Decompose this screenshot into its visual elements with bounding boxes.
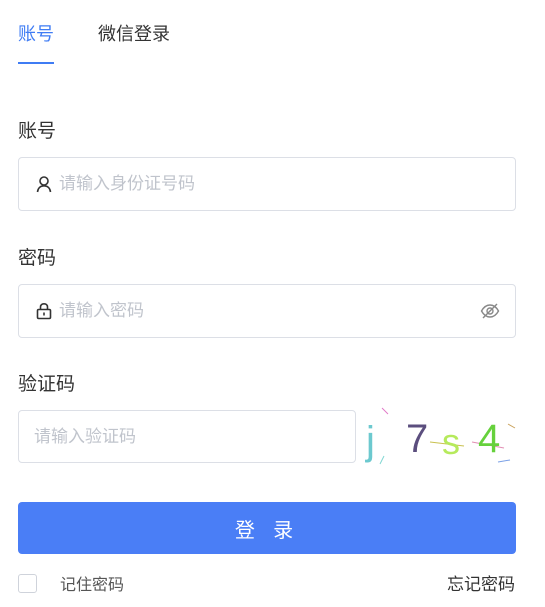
forgot-password-link[interactable]: 忘记密码 xyxy=(447,570,515,595)
captcha-field xyxy=(18,410,356,463)
tab-account[interactable]: 账号 xyxy=(18,18,54,66)
eye-off-icon[interactable] xyxy=(480,301,500,321)
captcha-image[interactable]: j 7 s 4 xyxy=(364,404,516,470)
account-input[interactable] xyxy=(59,158,515,210)
user-icon xyxy=(35,175,53,193)
remember-label: 记住密码 xyxy=(60,575,125,594)
remember-checkbox[interactable] xyxy=(18,573,37,593)
lock-icon xyxy=(35,302,53,320)
login-tabs: 账号 微信登录 xyxy=(18,18,170,66)
account-field xyxy=(18,157,516,211)
captcha-char: s xyxy=(442,421,460,462)
tab-wechat-login[interactable]: 微信登录 xyxy=(98,18,170,66)
captcha-char: 7 xyxy=(406,417,428,461)
captcha-label: 验证码 xyxy=(18,373,76,395)
password-label: 密码 xyxy=(18,247,57,269)
password-field xyxy=(18,284,516,338)
captcha-char: j xyxy=(365,419,375,463)
captcha-char: 4 xyxy=(478,417,500,461)
account-label: 账号 xyxy=(18,120,57,142)
captcha-input[interactable] xyxy=(34,411,355,462)
login-button[interactable]: 登 录 xyxy=(18,502,516,554)
remember-password: 记住密码 xyxy=(18,571,124,595)
password-input[interactable] xyxy=(59,285,480,337)
